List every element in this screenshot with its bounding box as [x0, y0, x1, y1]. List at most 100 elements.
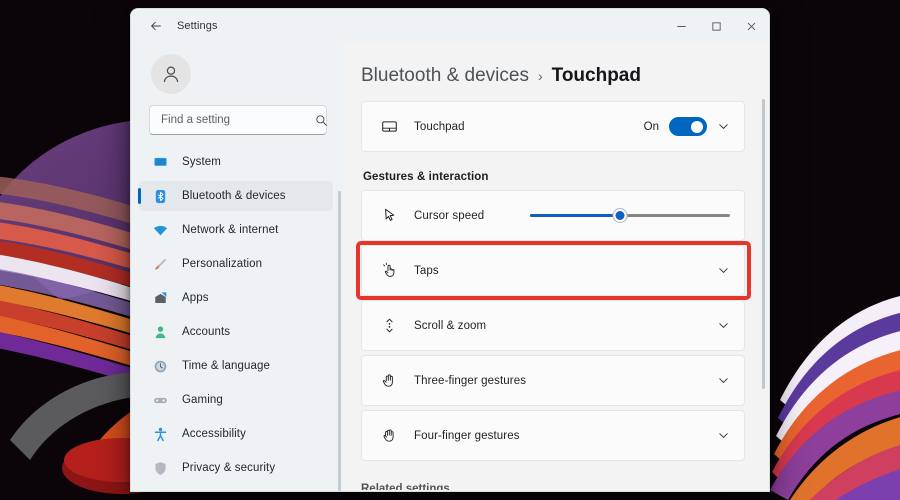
- page-title: Touchpad: [551, 65, 641, 86]
- four-finger-expand-control: [717, 429, 730, 442]
- accessibility-glyph: [154, 427, 166, 442]
- sidebar-label: Network & internet: [182, 224, 279, 237]
- chevron-down-icon[interactable]: [717, 319, 730, 332]
- sidebar-item-windows-update[interactable]: Windows Update: [139, 487, 333, 491]
- sidebar-nav: System Bluetooth & devices Network & int…: [131, 145, 343, 491]
- touchpad-toggle-card[interactable]: Touchpad On: [361, 101, 745, 152]
- three-finger-expand-control: [717, 374, 730, 387]
- clock-globe-glyph: [154, 360, 166, 373]
- maximize-icon: [712, 21, 721, 31]
- sidebar-item-time-language[interactable]: Time & language: [139, 351, 333, 381]
- sidebar-item-accounts[interactable]: Accounts: [139, 317, 333, 347]
- four-finger-label: Four-finger gestures: [414, 429, 520, 442]
- section-heading: Gestures & interaction: [363, 171, 489, 183]
- sidebar-label: Apps: [182, 292, 209, 305]
- scroll-updown-icon: [378, 317, 400, 334]
- chevron-glyph: [719, 323, 728, 328]
- chevron-glyph: [719, 433, 728, 438]
- cursor-speed-slider[interactable]: [530, 207, 730, 225]
- cursor-speed-row[interactable]: Cursor speed: [361, 190, 745, 241]
- breadcrumb-separator-icon: ›: [537, 68, 543, 84]
- chevron-down-icon[interactable]: [717, 374, 730, 387]
- sidebar-label: Personalization: [182, 258, 263, 271]
- three-finger-glyph: [382, 374, 393, 387]
- breadcrumb-parent-link[interactable]: Bluetooth & devices: [361, 65, 529, 87]
- scroll-zoom-row[interactable]: Scroll & zoom: [361, 300, 745, 351]
- apps-glyph: [154, 292, 166, 303]
- content-pane: Bluetooth & devices › Touchpad Touchpad …: [343, 43, 769, 491]
- slider-thumb[interactable]: [613, 209, 627, 222]
- taps-row[interactable]: Taps: [356, 241, 751, 300]
- apps-icon: [149, 291, 171, 306]
- four-finger-glyph: [383, 429, 394, 442]
- content-scrollbar[interactable]: [762, 99, 765, 389]
- monitor-icon: [149, 155, 171, 170]
- sidebar-label: Privacy & security: [182, 462, 276, 475]
- scroll-zoom-expand-control: [717, 319, 730, 332]
- gamepad-icon: [149, 393, 171, 408]
- window-controls: [664, 9, 769, 43]
- cursor-glyph: [384, 208, 394, 221]
- shield-icon: [149, 461, 171, 476]
- sidebar-item-privacy-security[interactable]: Privacy & security: [139, 453, 333, 483]
- slider-fill: [530, 214, 620, 217]
- gamepad-glyph: [153, 397, 167, 404]
- chevron-glyph: [719, 378, 728, 383]
- back-button[interactable]: [141, 13, 171, 39]
- wifi-icon: [149, 223, 171, 238]
- avatar[interactable]: [151, 54, 191, 95]
- maximize-button[interactable]: [699, 9, 734, 43]
- sidebar-item-apps[interactable]: Apps: [139, 283, 333, 313]
- touchpad-toggle-switch[interactable]: [669, 117, 707, 136]
- bluetooth-icon: [149, 189, 171, 204]
- search-box[interactable]: [149, 105, 328, 136]
- paintbrush-icon: [149, 257, 171, 272]
- settings-window: Settings Find a setting System Bluetooth…: [130, 8, 770, 492]
- paintbrush-glyph: [154, 258, 166, 270]
- sidebar-item-gaming[interactable]: Gaming: [139, 385, 333, 415]
- sidebar-label: System: [182, 156, 221, 169]
- accessibility-person-icon: [149, 427, 171, 442]
- sidebar-label: Bluetooth & devices: [182, 190, 286, 203]
- sidebar-item-personalization[interactable]: Personalization: [139, 249, 333, 279]
- sidebar-item-system[interactable]: System: [139, 147, 333, 177]
- chevron-down-icon[interactable]: [717, 429, 730, 442]
- chevron-down-icon[interactable]: [717, 120, 730, 133]
- account-person-icon: [149, 325, 171, 340]
- three-finger-gestures-row[interactable]: Three-finger gestures: [361, 355, 745, 406]
- chevron-glyph: [719, 268, 728, 273]
- search-container: [131, 105, 343, 145]
- wifi-glyph: [153, 225, 167, 236]
- scroll-zoom-label: Scroll & zoom: [414, 319, 487, 332]
- next-section-heading-cutoff: Related settings: [361, 483, 450, 490]
- sidebar-item-bluetooth-devices[interactable]: Bluetooth & devices: [138, 181, 333, 212]
- taps-expand-control: [717, 264, 730, 277]
- sidebar-label: Gaming: [182, 394, 223, 407]
- minimize-button[interactable]: [664, 9, 699, 43]
- sidebar-label: Time & language: [182, 360, 271, 373]
- cursor-speed-control: [530, 207, 730, 225]
- close-button[interactable]: [734, 9, 769, 43]
- sidebar-item-accessibility[interactable]: Accessibility: [139, 419, 333, 449]
- back-arrow-icon: [151, 21, 161, 31]
- tap-hand-glyph: [382, 262, 394, 277]
- chevron-glyph: [719, 124, 728, 129]
- clock-globe-icon: [149, 359, 171, 374]
- toggle-state-label: On: [643, 120, 659, 133]
- touchpad-icon: [378, 118, 400, 135]
- four-finger-gestures-row[interactable]: Four-finger gestures: [361, 410, 745, 461]
- search-input[interactable]: [161, 114, 315, 127]
- sidebar-item-network-internet[interactable]: Network & internet: [139, 215, 333, 245]
- chevron-down-icon[interactable]: [717, 264, 730, 277]
- three-finger-hand-icon: [378, 372, 400, 389]
- sidebar-scrollbar[interactable]: [338, 191, 341, 491]
- toggle-knob: [691, 120, 703, 133]
- tap-hand-icon: [378, 262, 400, 279]
- minimize-icon: [677, 25, 686, 27]
- search-icon[interactable]: [315, 114, 328, 127]
- account-row[interactable]: [131, 43, 343, 105]
- cursor-speed-label: Cursor speed: [414, 209, 485, 222]
- sidebar: System Bluetooth & devices: [131, 43, 343, 491]
- account-glyph: [155, 326, 165, 339]
- window-title: Settings: [177, 20, 218, 32]
